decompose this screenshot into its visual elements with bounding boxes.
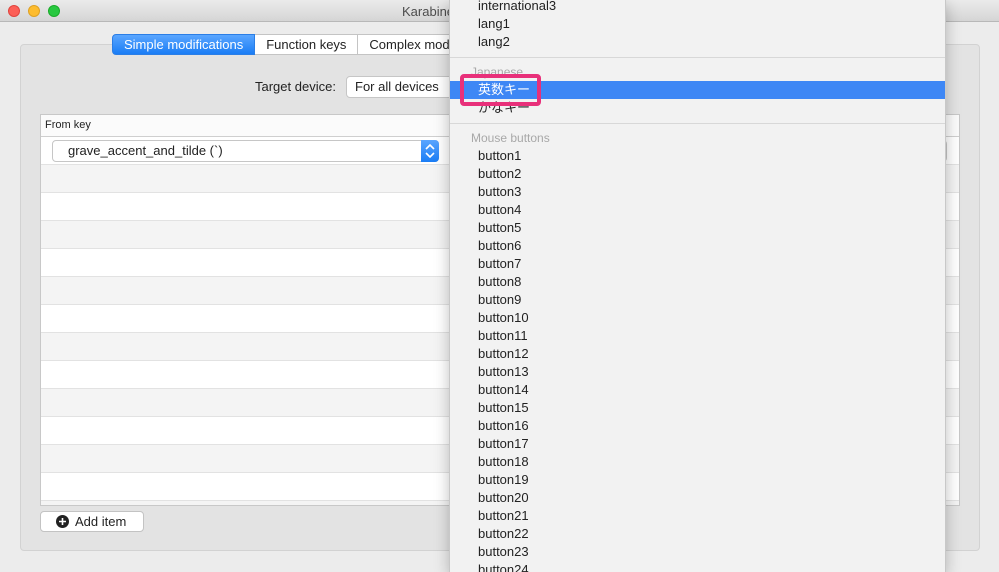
menu-item-button3[interactable]: button3 — [450, 183, 945, 201]
menu-item-button18[interactable]: button18 — [450, 453, 945, 471]
tab-function-keys[interactable]: Function keys — [255, 34, 359, 55]
menu-section-mouse-buttons: Mouse buttons — [471, 131, 550, 145]
menu-item-button2[interactable]: button2 — [450, 165, 945, 183]
from-key-column-header: From key — [45, 119, 91, 131]
plus-circle-icon — [56, 515, 69, 528]
from-key-value: grave_accent_and_tilde (`) — [68, 143, 223, 158]
minimize-window-button[interactable] — [28, 5, 40, 17]
menu-item-button16[interactable]: button16 — [450, 417, 945, 435]
add-item-button[interactable]: Add item — [40, 511, 144, 532]
target-device-select[interactable]: For all devices — [346, 76, 456, 98]
menu-item-button10[interactable]: button10 — [450, 309, 945, 327]
menu-separator — [450, 57, 945, 58]
menu-item-button7[interactable]: button7 — [450, 255, 945, 273]
menu-item-lang1[interactable]: lang1 — [450, 15, 945, 33]
menu-item-button15[interactable]: button15 — [450, 399, 945, 417]
menu-item-button5[interactable]: button5 — [450, 219, 945, 237]
menu-item-button8[interactable]: button8 — [450, 273, 945, 291]
menu-item-button14[interactable]: button14 — [450, 381, 945, 399]
target-device-label: Target device: — [255, 79, 336, 94]
zoom-window-button[interactable] — [48, 5, 60, 17]
menu-item-button6[interactable]: button6 — [450, 237, 945, 255]
menu-item-button23[interactable]: button23 — [450, 543, 945, 561]
select-stepper-icon — [421, 140, 439, 162]
menu-item-button21[interactable]: button21 — [450, 507, 945, 525]
menu-item-button13[interactable]: button13 — [450, 363, 945, 381]
menu-item-button20[interactable]: button20 — [450, 489, 945, 507]
menu-item-button22[interactable]: button22 — [450, 525, 945, 543]
from-key-select[interactable]: grave_accent_and_tilde (`) — [52, 140, 439, 162]
menu-item-button1[interactable]: button1 — [450, 147, 945, 165]
menu-separator — [450, 123, 945, 124]
tab-simple-modifications[interactable]: Simple modifications — [112, 34, 256, 55]
add-item-label: Add item — [75, 514, 127, 529]
menu-item-button24[interactable]: button24 — [450, 561, 945, 572]
menu-item-button11[interactable]: button11 — [450, 327, 945, 345]
menu-item-button4[interactable]: button4 — [450, 201, 945, 219]
menu-item-international3[interactable]: international3 — [450, 0, 945, 15]
menu-item-button17[interactable]: button17 — [450, 435, 945, 453]
highlight-annotation — [460, 74, 541, 106]
menu-item-button9[interactable]: button9 — [450, 291, 945, 309]
menu-item-button19[interactable]: button19 — [450, 471, 945, 489]
menu-item-button12[interactable]: button12 — [450, 345, 945, 363]
close-window-button[interactable] — [8, 5, 20, 17]
menu-item-lang2[interactable]: lang2 — [450, 33, 945, 51]
